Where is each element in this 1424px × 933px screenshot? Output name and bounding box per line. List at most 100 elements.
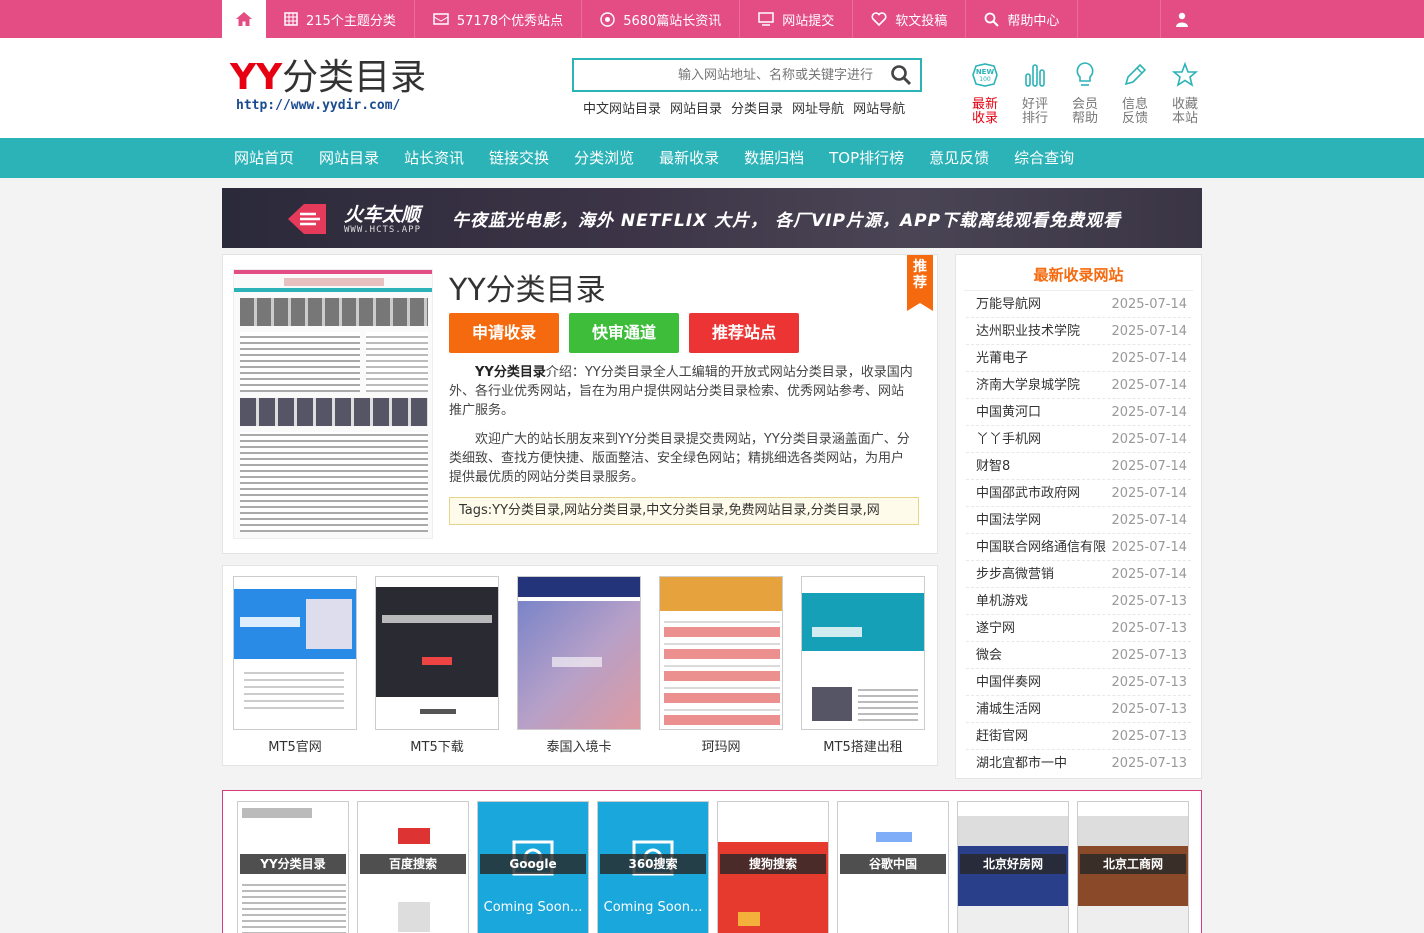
recommend-card[interactable]: YY分类目录: [237, 801, 349, 933]
recommend-card[interactable]: 北京工商网: [1077, 801, 1189, 933]
latest-site-name[interactable]: 达州职业技术学院: [966, 318, 1080, 344]
topbar-item-sites[interactable]: 57178个优秀站点: [415, 0, 583, 38]
logo-text-y: YY: [230, 57, 283, 98]
nav-item-directory[interactable]: 网站目录: [307, 138, 391, 178]
fast-review-button[interactable]: 快审通道: [569, 313, 679, 353]
quick-help[interactable]: 会员帮助: [1060, 60, 1110, 126]
latest-site-row[interactable]: 步步高微营销 2025-07-14: [966, 561, 1191, 588]
latest-site-row[interactable]: 赶街官网 2025-07-13: [966, 723, 1191, 750]
user-button[interactable]: [1160, 0, 1202, 38]
nav-item-archive[interactable]: 数据归档: [732, 138, 816, 178]
quick-rank[interactable]: 好评排行: [1010, 60, 1060, 126]
latest-site-name[interactable]: 浦城生活网: [966, 696, 1041, 722]
latest-site-row[interactable]: 湖北宜都市一中 2025-07-13: [966, 750, 1191, 777]
latest-site-name[interactable]: 中国黄河口: [966, 399, 1041, 425]
nav-item-latest[interactable]: 最新收录: [647, 138, 731, 178]
recommend-ribbon: 推荐: [907, 255, 933, 311]
latest-site-row[interactable]: 中国邵武市政府网 2025-07-14: [966, 480, 1191, 507]
home-button[interactable]: [222, 0, 266, 38]
quick-bookmark[interactable]: 收藏本站: [1160, 60, 1210, 126]
nav-item-news[interactable]: 站长资讯: [392, 138, 476, 178]
latest-site-name[interactable]: 赶街官网: [966, 723, 1028, 749]
recommend-card[interactable]: 北京好房网: [957, 801, 1069, 933]
search-icon: [984, 12, 1000, 27]
latest-site-row[interactable]: 光莆电子 2025-07-14: [966, 345, 1191, 372]
latest-site-row[interactable]: 丫丫手机网 2025-07-14: [966, 426, 1191, 453]
nav-item-links[interactable]: 链接交换: [477, 138, 561, 178]
latest-site-row[interactable]: 单机游戏 2025-07-13: [966, 588, 1191, 615]
latest-site-date: 2025-07-13: [1111, 675, 1187, 690]
search-tag[interactable]: 网站导航: [853, 98, 905, 117]
recommend-site-button[interactable]: 推荐站点: [689, 313, 799, 353]
search-input[interactable]: [574, 60, 879, 90]
site-thumb-image: [801, 576, 925, 730]
site-thumb[interactable]: MT5下载: [375, 576, 499, 755]
topbar-item-help[interactable]: 帮助中心: [966, 0, 1079, 38]
search-hot-tags: 中文网站目录 网站目录 分类目录 网址导航 网站导航: [583, 98, 905, 117]
topbar-item-categories[interactable]: 215个主题分类: [266, 0, 415, 38]
latest-site-name[interactable]: 中国邵武市政府网: [966, 480, 1080, 506]
search-tag[interactable]: 分类目录: [731, 98, 783, 117]
search-tag[interactable]: 网址导航: [792, 98, 844, 117]
search-button[interactable]: [890, 64, 912, 86]
quick-label: 会员帮助: [1071, 97, 1098, 126]
new-icon: NEW 100: [970, 60, 1000, 90]
latest-site-row[interactable]: 万能导航网 2025-07-14: [966, 291, 1191, 318]
nav-item-top[interactable]: TOP排行榜: [817, 138, 916, 178]
recommend-card[interactable]: 360搜索 Coming Soon...: [597, 801, 709, 933]
nav-item-query[interactable]: 综合查询: [1002, 138, 1086, 178]
latest-site-name[interactable]: 中国联合网络通信有限: [966, 534, 1106, 560]
topbar-item-news[interactable]: 5680篇站长资讯: [582, 0, 741, 38]
ad-banner[interactable]: 火车太顺 WWW.HCTS.APP 午夜蓝光电影，海外 NETFLIX 大片， …: [222, 188, 1202, 248]
latest-site-name[interactable]: 微会: [966, 642, 1002, 668]
site-thumb[interactable]: MT5官网: [233, 576, 357, 755]
featured-thumbnail[interactable]: [233, 269, 433, 539]
recommend-card[interactable]: 搜狗搜索: [717, 801, 829, 933]
latest-site-name[interactable]: 光莆电子: [966, 345, 1028, 371]
quick-feedback[interactable]: 信息反馈: [1110, 60, 1160, 126]
latest-site-name[interactable]: 中国法学网: [966, 507, 1041, 533]
latest-site-row[interactable]: 浦城生活网 2025-07-13: [966, 696, 1191, 723]
search-tag[interactable]: 网站目录: [670, 98, 722, 117]
topbar-label: 软文投稿: [895, 13, 948, 29]
nav-item-feedback[interactable]: 意见反馈: [917, 138, 1001, 178]
latest-site-row[interactable]: 财智8 2025-07-14: [966, 453, 1191, 480]
latest-site-name[interactable]: 万能导航网: [966, 291, 1041, 317]
site-thumb[interactable]: 泰国入境卡: [517, 576, 641, 755]
latest-site-name[interactable]: 丫丫手机网: [966, 426, 1041, 452]
site-thumb[interactable]: MT5搭建出租: [801, 576, 925, 755]
latest-site-row[interactable]: 中国黄河口 2025-07-14: [966, 399, 1191, 426]
latest-site-row[interactable]: 中国法学网 2025-07-14: [966, 507, 1191, 534]
topbar-item-article[interactable]: 软文投稿: [853, 0, 967, 38]
latest-site-row[interactable]: 中国伴奏网 2025-07-13: [966, 669, 1191, 696]
quick-latest[interactable]: NEW 100 最新收录: [960, 60, 1010, 126]
site-thumb-image: [659, 576, 783, 730]
nav-item-home[interactable]: 网站首页: [222, 138, 306, 178]
latest-site-name[interactable]: 遂宁网: [966, 615, 1015, 641]
latest-site-name[interactable]: 单机游戏: [966, 588, 1028, 614]
search-tag[interactable]: 中文网站目录: [583, 98, 661, 117]
latest-site-row[interactable]: 遂宁网 2025-07-13: [966, 615, 1191, 642]
top-bar: 215个主题分类 57178个优秀站点 5680篇站长资讯 网站提交 软文投稿 …: [0, 0, 1424, 38]
banner-site: WWW.HCTS.APP: [344, 225, 422, 235]
latest-site-name[interactable]: 中国伴奏网: [966, 669, 1041, 695]
bar-chart-icon: [1020, 60, 1050, 90]
latest-site-row[interactable]: 达州职业技术学院 2025-07-14: [966, 318, 1191, 345]
pen-icon: [1120, 60, 1150, 90]
apply-listing-button[interactable]: 申请收录: [449, 313, 559, 353]
latest-site-row[interactable]: 中国联合网络通信有限 2025-07-14: [966, 534, 1191, 561]
latest-site-row[interactable]: 微会 2025-07-13: [966, 642, 1191, 669]
topbar-item-submit[interactable]: 网站提交: [740, 0, 854, 38]
recommend-card[interactable]: Google Coming Soon...: [477, 801, 589, 933]
latest-site-row[interactable]: 济南大学泉城学院 2025-07-14: [966, 372, 1191, 399]
latest-site-name[interactable]: 济南大学泉城学院: [966, 372, 1080, 398]
latest-site-name[interactable]: 步步高微营销: [966, 561, 1054, 587]
recommend-card[interactable]: 百度搜索: [357, 801, 469, 933]
latest-site-name[interactable]: 湖北宜都市一中: [966, 750, 1067, 777]
latest-site-name[interactable]: 财智8: [966, 453, 1010, 479]
site-thumb[interactable]: 珂玛网: [659, 576, 783, 755]
site-logo[interactable]: YY分类目录 http://www.yydir.com/: [230, 56, 426, 113]
nav-item-browse[interactable]: 分类浏览: [562, 138, 646, 178]
recommend-card[interactable]: 谷歌中国: [837, 801, 949, 933]
latest-site-date: 2025-07-14: [1111, 567, 1187, 582]
